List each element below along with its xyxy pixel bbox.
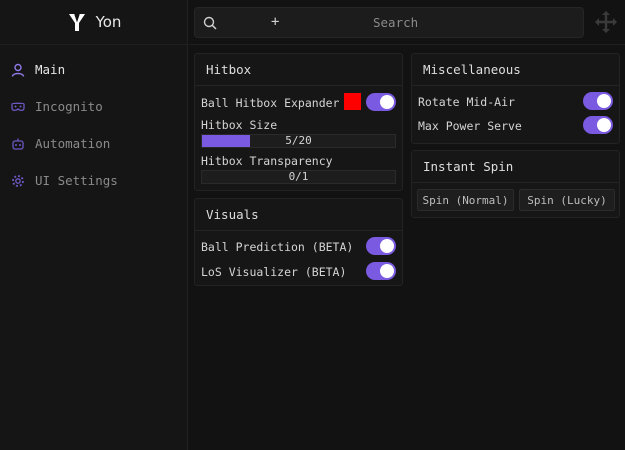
instant-spin-card: Instant Spin Spin (Normal) Spin (Lucky) xyxy=(411,150,620,218)
card-title: Hitbox xyxy=(195,54,402,86)
hitbox-size-slider[interactable]: 5/20 xyxy=(201,134,396,148)
brand: Yon xyxy=(0,0,187,45)
rotate-mid-air-label: Rotate Mid-Air xyxy=(418,95,515,109)
sidebar-item-ui-settings[interactable]: UI Settings xyxy=(0,162,187,199)
hitbox-expander-toggle[interactable] xyxy=(366,93,396,111)
sidebar-item-main[interactable]: Main xyxy=(0,51,187,88)
sidebar-item-label: Automation xyxy=(35,136,111,151)
rotate-mid-air-toggle[interactable] xyxy=(583,92,613,110)
hitbox-color-swatch[interactable] xyxy=(344,93,361,110)
hitbox-size-row: Hitbox Size xyxy=(201,115,396,135)
ball-prediction-label: Ball Prediction (BETA) xyxy=(201,240,354,254)
sidebar-item-label: UI Settings xyxy=(35,173,118,188)
max-power-serve-toggle[interactable] xyxy=(583,116,613,134)
ball-prediction-toggle[interactable] xyxy=(366,237,396,255)
gear-icon xyxy=(11,174,25,188)
los-visualizer-row: LoS Visualizer (BETA) xyxy=(201,262,396,282)
hitbox-transparency-row: Hitbox Transparency xyxy=(201,151,396,171)
slider-value: 0/1 xyxy=(288,170,309,183)
sidebar-item-label: Main xyxy=(35,62,66,77)
hitbox-size-label: Hitbox Size xyxy=(201,118,278,132)
top-bar: + xyxy=(189,0,625,45)
spin-normal-button[interactable]: Spin (Normal) xyxy=(417,189,514,211)
sidebar-nav: Main Incognito Automation UI Settings xyxy=(0,45,187,199)
sidebar: Yon Main Incognito Automation UI Setting… xyxy=(0,0,188,450)
robot-icon xyxy=(11,137,25,151)
hitbox-transparency-label: Hitbox Transparency xyxy=(201,154,333,168)
visuals-card: Visuals Ball Prediction (BETA) LoS Visua… xyxy=(194,198,403,286)
los-visualizer-toggle[interactable] xyxy=(366,262,396,280)
search-icon[interactable] xyxy=(195,16,225,30)
hitbox-card: Hitbox Ball Hitbox Expander Hitbox Size … xyxy=(194,53,403,191)
search-bar: + xyxy=(194,7,584,38)
y-logo-icon xyxy=(68,13,85,31)
brand-name: Yon xyxy=(95,13,122,31)
hitbox-transparency-slider[interactable]: 0/1 xyxy=(201,170,396,184)
los-visualizer-label: LoS Visualizer (BETA) xyxy=(201,265,347,279)
sidebar-item-incognito[interactable]: Incognito xyxy=(0,88,187,125)
card-title: Miscellaneous xyxy=(412,54,619,86)
miscellaneous-card: Miscellaneous Rotate Mid-Air Max Power S… xyxy=(411,53,620,144)
sidebar-item-label: Incognito xyxy=(35,99,103,114)
rotate-mid-air-row: Rotate Mid-Air xyxy=(418,92,613,112)
ball-prediction-row: Ball Prediction (BETA) xyxy=(201,237,396,257)
spin-lucky-button[interactable]: Spin (Lucky) xyxy=(519,189,615,211)
card-title: Visuals xyxy=(195,199,402,231)
user-icon xyxy=(11,63,25,77)
sidebar-item-automation[interactable]: Automation xyxy=(0,125,187,162)
card-title: Instant Spin xyxy=(412,151,619,183)
max-power-serve-row: Max Power Serve xyxy=(418,116,613,136)
slider-value: 5/20 xyxy=(285,134,312,147)
hitbox-expander-label: Ball Hitbox Expander xyxy=(201,96,340,110)
move-icon[interactable] xyxy=(595,11,617,33)
hitbox-expander-row: Ball Hitbox Expander xyxy=(201,93,396,113)
add-icon[interactable]: + xyxy=(271,14,279,30)
max-power-serve-label: Max Power Serve xyxy=(418,119,522,133)
mask-icon xyxy=(11,100,25,114)
search-input[interactable] xyxy=(295,8,583,37)
